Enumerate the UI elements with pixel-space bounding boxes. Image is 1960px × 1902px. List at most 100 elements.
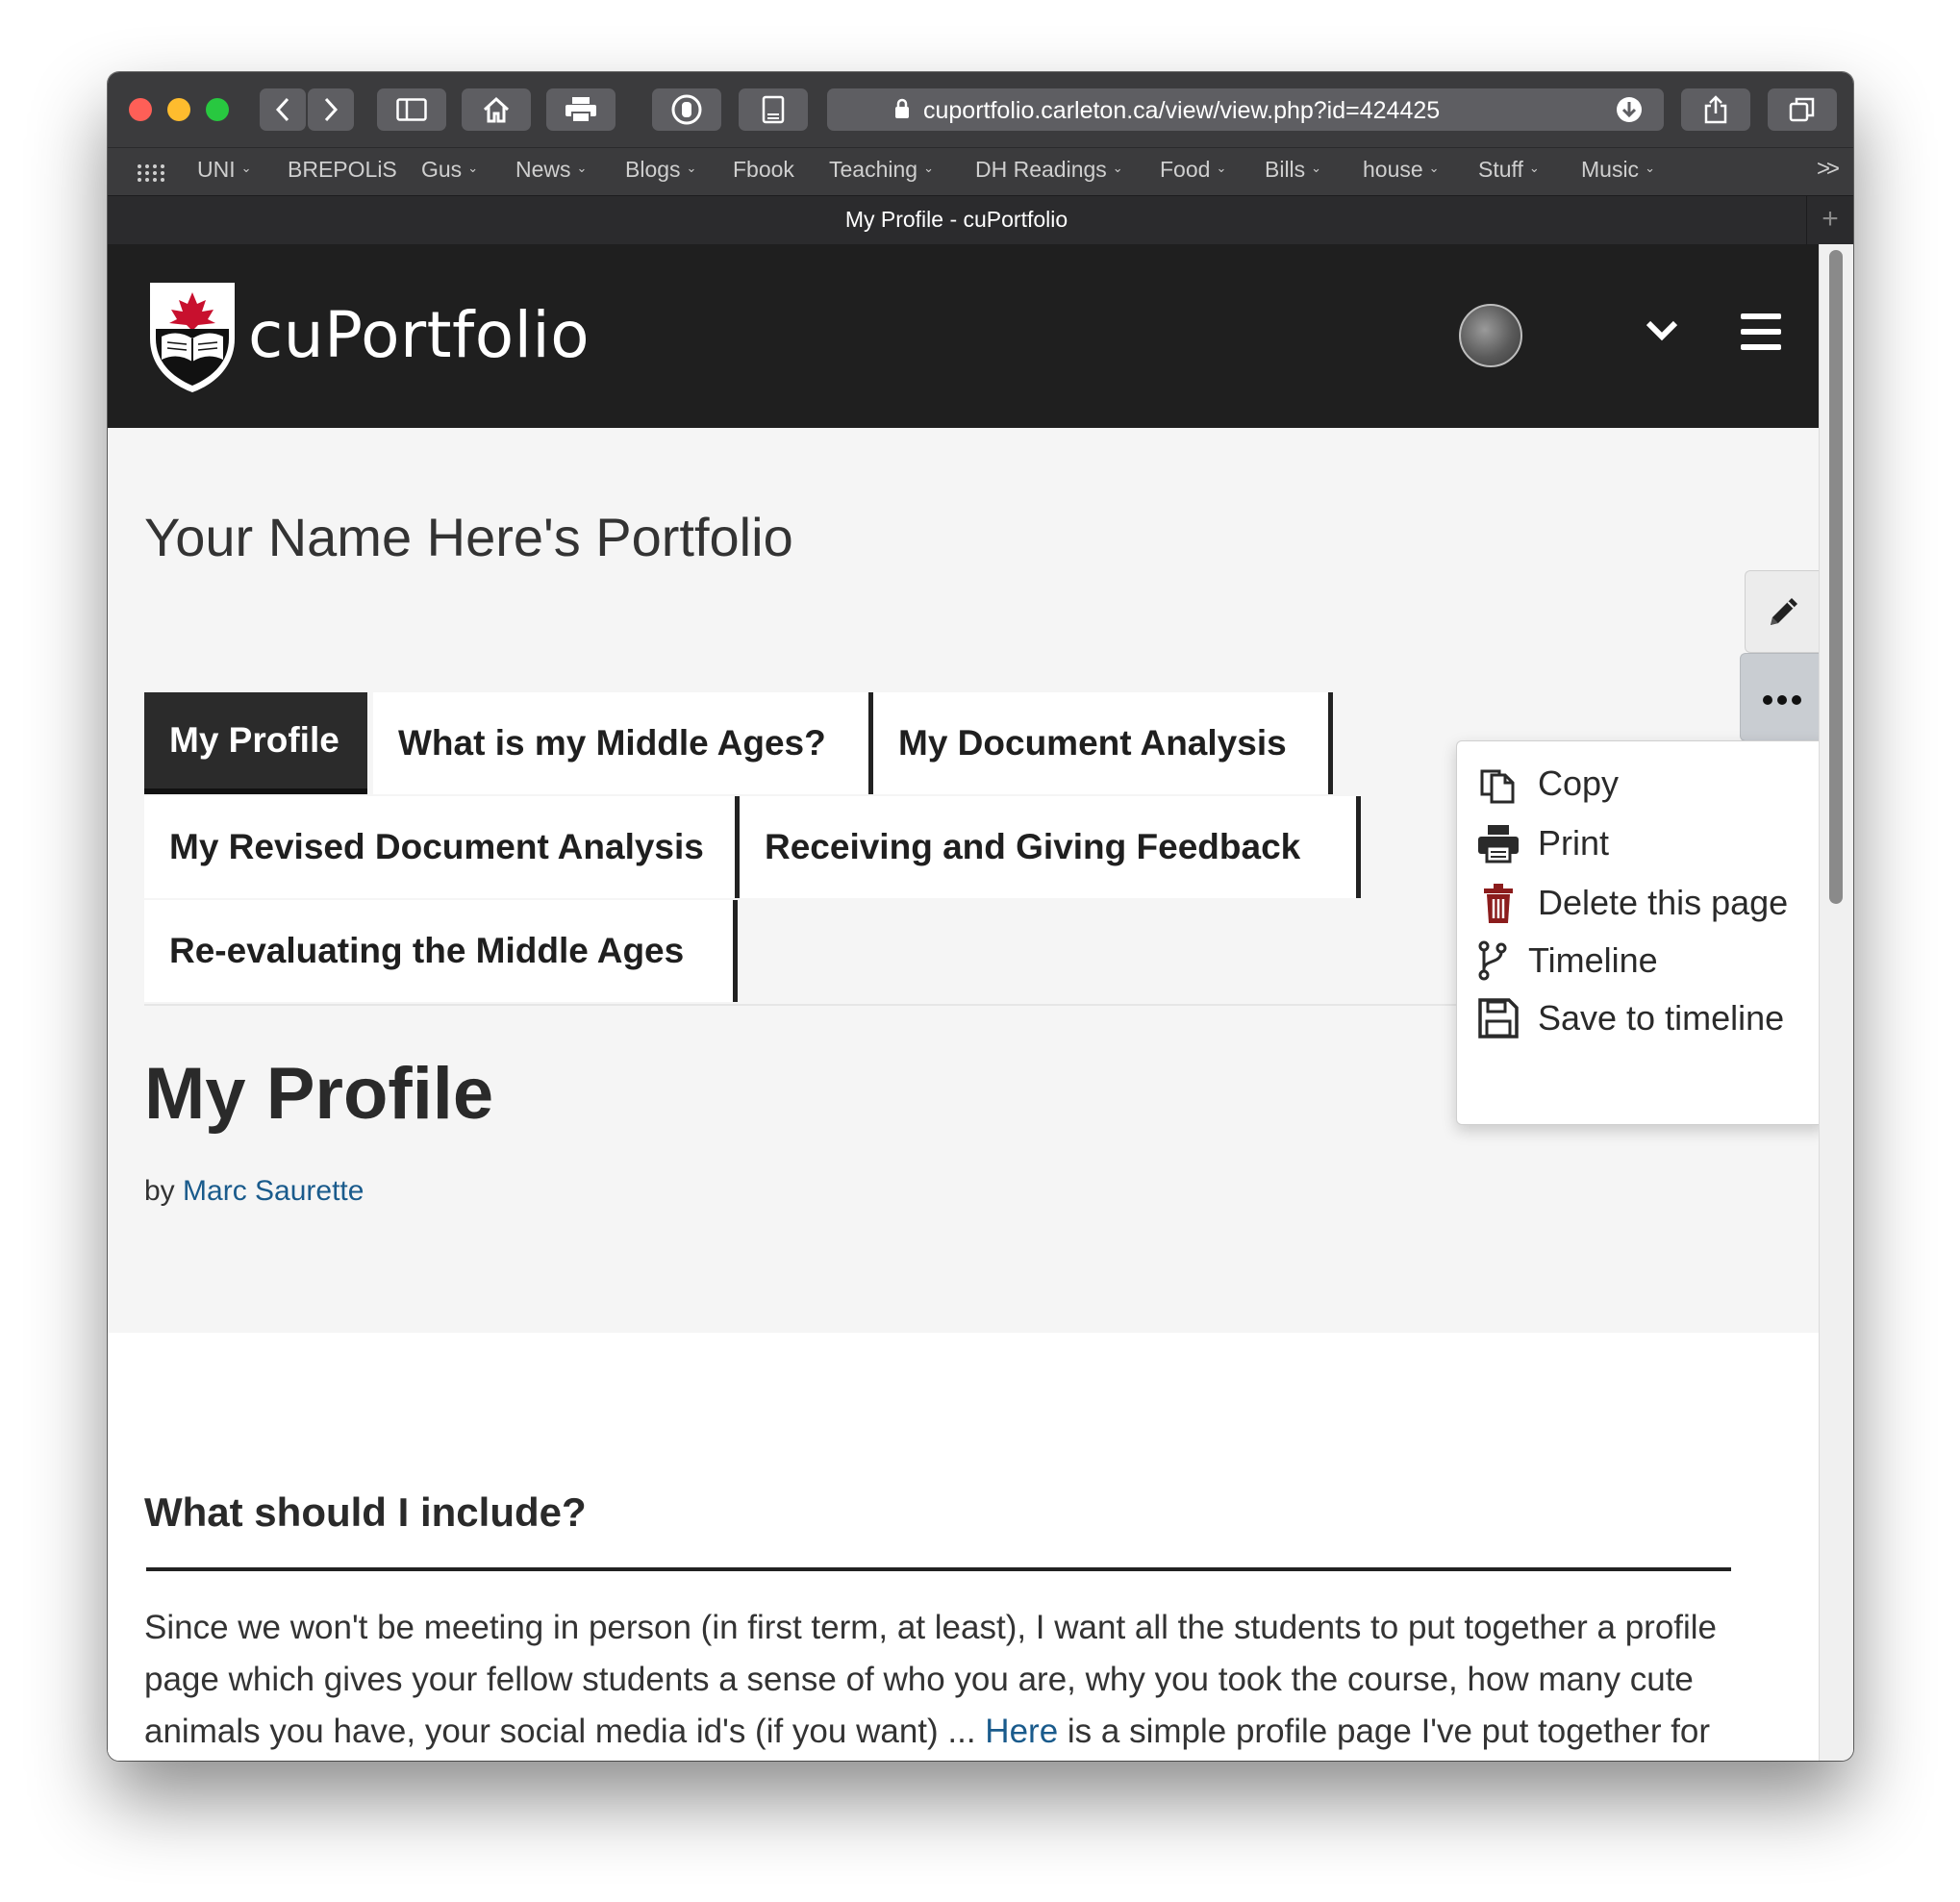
print-toolbar-button[interactable] [546, 88, 616, 131]
menu-item-print[interactable]: Print [1476, 814, 1609, 872]
site-logo-text[interactable]: cuPortfolio [248, 298, 590, 372]
bookmark-fbook[interactable]: Fbook [733, 157, 794, 183]
printer-icon [565, 97, 596, 123]
menu-label: Copy [1538, 763, 1620, 803]
browser-toolbar: cuportfolio.carleton.ca/view/view.php?id… [108, 72, 1853, 147]
print-icon [1478, 825, 1519, 863]
bookmark-uni[interactable]: UNI ⌄ [197, 157, 252, 183]
menu-item-delete[interactable]: Delete this page [1476, 874, 1788, 932]
nav-tab-re-evaluating[interactable]: Re-evaluating the Middle Ages [144, 900, 738, 1002]
edit-button[interactable] [1745, 570, 1820, 653]
reader-button[interactable] [739, 88, 808, 131]
zoom-window-button[interactable] [206, 98, 229, 121]
section-divider [146, 1567, 1731, 1571]
tab-overview-button[interactable] [1768, 88, 1837, 131]
forward-button[interactable] [308, 88, 354, 131]
bookmark-label: Blogs [625, 157, 681, 182]
branch-icon [1478, 940, 1507, 981]
bookmark-label: DH Readings [975, 157, 1107, 182]
downloads-button[interactable] [1595, 88, 1664, 131]
bookmark-label: Food [1160, 157, 1211, 182]
chevron-down-icon: ⌄ [1428, 160, 1440, 175]
new-tab-button[interactable]: + [1806, 196, 1853, 244]
sidebar-button[interactable] [377, 88, 446, 131]
bookmark-house[interactable]: house ⌄ [1363, 157, 1440, 183]
browser-window: cuportfolio.carleton.ca/view/view.php?id… [108, 72, 1853, 1761]
chevron-down-icon: ⌄ [1528, 160, 1540, 175]
content-blocker-button[interactable] [652, 88, 721, 131]
carleton-shield-logo[interactable] [146, 279, 239, 394]
chevron-down-icon[interactable] [1645, 319, 1679, 342]
copy-icon [1480, 769, 1515, 804]
bookmark-bills[interactable]: Bills ⌄ [1265, 157, 1321, 183]
bookmark-teaching[interactable]: Teaching ⌄ [829, 157, 934, 183]
bookmark-brepolis[interactable]: BREPOLiS [288, 157, 397, 183]
more-options-button[interactable] [1740, 653, 1820, 741]
page-heading: My Profile [144, 1053, 494, 1135]
chevron-down-icon: ⌄ [1311, 160, 1322, 175]
bookmark-label: house [1363, 157, 1423, 182]
nav-divider [144, 1004, 1568, 1006]
bookmark-label: Gus [421, 157, 463, 182]
url-text: cuportfolio.carleton.ca/view/view.php?id… [923, 97, 1441, 124]
tab-bar: My Profile - cuPortfolio + [108, 195, 1853, 245]
author-link[interactable]: Marc Saurette [183, 1175, 364, 1207]
bookmark-gus[interactable]: Gus ⌄ [421, 157, 478, 183]
bookmark-label: UNI [197, 157, 236, 182]
bookmark-label: Bills [1265, 157, 1306, 182]
bookmark-label: Fbook [733, 157, 794, 182]
save-icon [1478, 998, 1519, 1039]
menu-label: Delete this page [1538, 883, 1789, 922]
web-page: cuPortfolio Your Name Here's Portfolio M… [108, 244, 1820, 1761]
bookmark-label: BREPOLiS [288, 157, 397, 182]
user-avatar[interactable] [1459, 304, 1522, 367]
menu-item-copy[interactable]: Copy [1476, 755, 1619, 813]
bookmark-stuff[interactable]: Stuff ⌄ [1478, 157, 1540, 183]
nav-tab-document-analysis[interactable]: My Document Analysis [873, 692, 1333, 794]
chevron-right-icon [324, 97, 339, 122]
bookmarks-bar: UNI ⌄ BREPOLiS Gus ⌄ News ⌄ Blogs ⌄ Fbook Te… [108, 147, 1853, 196]
sidebar-icon [396, 98, 427, 121]
share-button[interactable] [1681, 88, 1750, 131]
document-icon [762, 95, 785, 124]
menu-item-timeline[interactable]: Timeline [1476, 932, 1658, 989]
home-icon [483, 96, 510, 123]
page-scrollbar[interactable] [1819, 244, 1853, 1761]
bookmark-blogs[interactable]: Blogs ⌄ [625, 157, 696, 183]
share-icon [1704, 95, 1727, 124]
here-link[interactable]: Here [985, 1713, 1058, 1750]
nav-tab-middle-ages[interactable]: What is my Middle Ages? [373, 692, 873, 794]
scrollbar-thumb[interactable] [1829, 250, 1843, 904]
menu-item-save-timeline[interactable]: Save to timeline [1476, 989, 1784, 1047]
grid-icon[interactable] [137, 163, 165, 183]
bookmark-label: Stuff [1478, 157, 1523, 182]
bookmark-label: Music [1581, 157, 1640, 182]
bookmark-news[interactable]: News ⌄ [515, 157, 587, 183]
bookmark-label: News [515, 157, 571, 182]
intro-paragraph: Since we won't be meeting in person (in … [144, 1602, 1741, 1761]
tab-my-profile[interactable]: My Profile - cuPortfolio [108, 207, 1805, 233]
home-button[interactable] [462, 88, 531, 131]
byline-prefix: by [144, 1175, 175, 1207]
chevron-down-icon: ⌄ [1645, 160, 1655, 175]
chevron-down-icon: ⌄ [240, 160, 252, 175]
back-button[interactable] [260, 88, 306, 131]
bookmark-music[interactable]: Music ⌄ [1581, 157, 1655, 183]
section-heading: What should I include? [144, 1489, 587, 1535]
bookmark-food[interactable]: Food ⌄ [1160, 157, 1226, 183]
trash-icon [1484, 884, 1513, 923]
close-window-button[interactable] [129, 98, 152, 121]
site-header: cuPortfolio [108, 244, 1820, 428]
bookmark-label: Teaching [829, 157, 918, 182]
nav-tab-feedback[interactable]: Receiving and Giving Feedback [740, 796, 1361, 898]
nav-tab-my-profile[interactable]: My Profile [144, 692, 367, 794]
bookmark-dh-readings[interactable]: DH Readings ⌄ [975, 157, 1123, 183]
hamburger-menu-icon[interactable] [1741, 313, 1781, 350]
chevron-down-icon: ⌄ [467, 160, 479, 175]
tabs-icon [1789, 97, 1815, 122]
minimize-window-button[interactable] [167, 98, 190, 121]
bookmarks-overflow-button[interactable]: >> [1817, 156, 1840, 183]
address-bar[interactable]: cuportfolio.carleton.ca/view/view.php?id… [827, 88, 1633, 131]
content-area: What should I include? Since we won't be… [108, 1333, 1820, 1761]
nav-tab-revised-document-analysis[interactable]: My Revised Document Analysis [144, 796, 740, 898]
